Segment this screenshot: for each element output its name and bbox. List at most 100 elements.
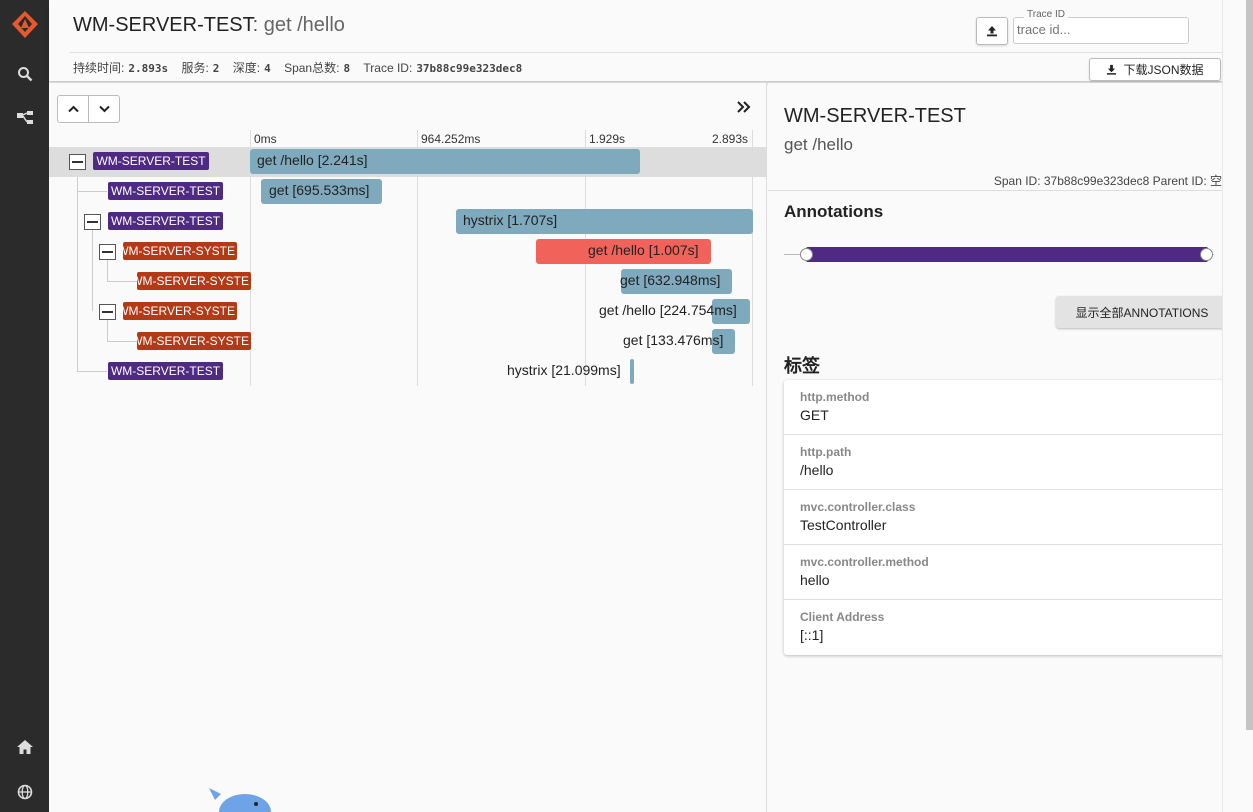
service-badge-text: WM-SERVER-SYSTE <box>137 274 249 288</box>
collapse-toggle[interactable] <box>84 214 101 230</box>
annotation-start-marker[interactable] <box>800 248 813 261</box>
tag-key: mvc.controller.class <box>800 500 916 514</box>
tag-value: TestController <box>800 517 887 533</box>
trace-summary: 持续时间: 2.893s 服务: 2 深度: 4 Span总数: 8 Trace ID:… <box>73 59 532 76</box>
left-nav <box>0 0 49 812</box>
span-parent-ids: Span ID: 37b88c99e323dec8 Parent ID: 空 <box>993 174 1222 188</box>
duration-label: 持续时间: <box>73 61 125 75</box>
span-row[interactable]: WM-SERVER-SYSTE get /hello [224.754ms] <box>49 297 767 327</box>
chevron-up-icon <box>68 105 79 113</box>
service-badge: WM-SERVER-SYSTE <box>137 332 251 350</box>
download-icon <box>1107 64 1117 75</box>
home-icon[interactable] <box>0 732 49 762</box>
depth-value: 4 <box>264 62 271 75</box>
tag-value: /hello <box>800 462 834 478</box>
tag-value: hello <box>800 572 830 588</box>
span-row[interactable]: WM-SERVER-TEST get /hello [2.241s] <box>49 147 767 177</box>
title-service-name: WM-SERVER-TEST <box>73 14 253 36</box>
tag-value: GET <box>800 407 829 423</box>
tag-row: Client Address [::1] <box>784 600 1228 655</box>
download-json-button[interactable]: 下载JSON数据 <box>1089 58 1221 81</box>
expand-all-button[interactable] <box>88 96 119 122</box>
zipkin-logo-icon[interactable] <box>0 10 49 40</box>
show-all-annotations-button[interactable]: 显示全部ANNOTATIONS <box>1056 296 1228 328</box>
detail-service-name: WM-SERVER-TEST <box>784 105 966 127</box>
tag-row: mvc.controller.class TestController <box>784 490 1228 545</box>
service-badge: WM-SERVER-TEST <box>108 362 223 380</box>
span-count-label: Span总数: <box>284 61 340 75</box>
tag-key: http.method <box>800 390 870 404</box>
tick-label: 0ms <box>254 132 277 146</box>
trace-id-field-label: Trace ID <box>1024 9 1068 20</box>
tag-value: [::1] <box>800 627 824 643</box>
span-row[interactable]: WM-SERVER-SYSTE get /hello [1.007s] <box>49 237 767 267</box>
title-span-name: get /hello <box>258 14 345 36</box>
trace-id-summary-label: Trace ID: <box>363 61 413 75</box>
span-detail-panel: WM-SERVER-TEST get /hello Span ID: 37b88… <box>768 83 1228 812</box>
chevron-down-icon <box>99 105 110 113</box>
span-row[interactable]: WM-SERVER-TEST get [695.533ms] <box>49 177 767 207</box>
trace-id-field[interactable]: Trace ID <box>1013 9 1189 44</box>
annotations-heading: Annotations <box>784 202 884 221</box>
tags-card: http.method GET http.path /hello mvc.con… <box>784 380 1228 655</box>
app-root: WM-SERVER-TEST: get /hello 持续时间: 2.893s 服… <box>0 0 1253 812</box>
service-badge-text: WM-SERVER-SYSTE <box>123 244 235 258</box>
upload-json-button[interactable] <box>976 17 1008 45</box>
span-row[interactable]: WM-SERVER-TEST hystrix [1.707s] <box>49 207 767 237</box>
span-label: get [632.948ms] <box>620 272 721 288</box>
double-chevron-right-icon <box>737 101 751 113</box>
span-row[interactable]: WM-SERVER-TEST hystrix [21.099ms] <box>49 357 767 387</box>
collapse-toggle[interactable] <box>99 244 116 260</box>
scrollbar-thumb[interactable] <box>1246 0 1253 730</box>
span-label: get /hello [2.241s] <box>257 152 368 168</box>
service-badge: WM-SERVER-TEST <box>108 212 223 230</box>
span-count-value: 8 <box>343 62 351 75</box>
span-label: get [133.476ms] <box>623 332 724 348</box>
collapse-toggle[interactable] <box>99 304 116 320</box>
depth-label: 深度: <box>232 61 261 75</box>
tick-label: 1.929s <box>589 132 626 146</box>
service-badge: WM-SERVER-TEST <box>93 152 209 170</box>
span-label: hystrix [21.099ms] <box>507 362 621 378</box>
annotation-bar[interactable] <box>806 247 1208 262</box>
duration-value: 2.893s <box>128 62 169 75</box>
download-json-label: 下载JSON数据 <box>1123 63 1204 77</box>
tick-label: 964.252ms <box>421 132 481 146</box>
search-icon[interactable] <box>0 59 49 89</box>
trace-id-summary-value: 37b88c99e323dec8 <box>416 62 523 75</box>
page-title: WM-SERVER-TEST: get /hello <box>73 14 345 37</box>
span-row[interactable]: WM-SERVER-SYSTE get [133.476ms] <box>49 327 767 357</box>
tag-row: http.path /hello <box>784 435 1228 490</box>
expand-collapse-group <box>57 95 120 123</box>
collapse-toggle[interactable] <box>69 154 86 170</box>
toggle-detail-panel-button[interactable] <box>734 97 754 117</box>
service-badge: WM-SERVER-SYSTE <box>123 302 237 320</box>
service-badge: WM-SERVER-SYSTE <box>123 242 237 260</box>
span-row[interactable]: WM-SERVER-SYSTE get [632.948ms] <box>49 267 767 297</box>
globe-icon[interactable] <box>0 777 49 807</box>
tag-key: Client Address <box>800 610 885 624</box>
service-badge: WM-SERVER-SYSTE <box>137 272 251 290</box>
tags-heading: 标签 <box>784 356 820 376</box>
tick-label: 2.893s <box>712 132 749 146</box>
span-bar[interactable] <box>630 359 634 384</box>
trace-timeline: 0ms 964.252ms 1.929s 2.893s WM-SERVER-TE… <box>49 83 767 812</box>
span-label: get /hello [1.007s] <box>588 242 699 258</box>
trace-header: WM-SERVER-TEST: get /hello 持续时间: 2.893s 服… <box>49 0 1222 82</box>
time-axis: 0ms 964.252ms 1.929s 2.893s <box>249 130 753 146</box>
service-badge: WM-SERVER-TEST <box>108 182 223 200</box>
dependencies-icon[interactable] <box>0 103 49 133</box>
service-badge-text: WM-SERVER-SYSTE <box>137 334 249 348</box>
upload-icon <box>987 26 997 37</box>
span-label: get /hello [224.754ms] <box>599 302 737 318</box>
trace-id-input[interactable] <box>1017 22 1182 37</box>
services-value: 2 <box>212 62 220 75</box>
tag-row: http.method GET <box>784 380 1228 435</box>
detail-span-name: get /hello <box>784 135 853 154</box>
collapse-all-button[interactable] <box>58 96 88 122</box>
tag-key: mvc.controller.method <box>800 555 929 569</box>
service-badge-text: WM-SERVER-SYSTE <box>123 304 235 318</box>
header-divider <box>69 52 1222 53</box>
annotation-end-marker[interactable] <box>1200 248 1213 261</box>
mascot-icon <box>209 788 271 812</box>
